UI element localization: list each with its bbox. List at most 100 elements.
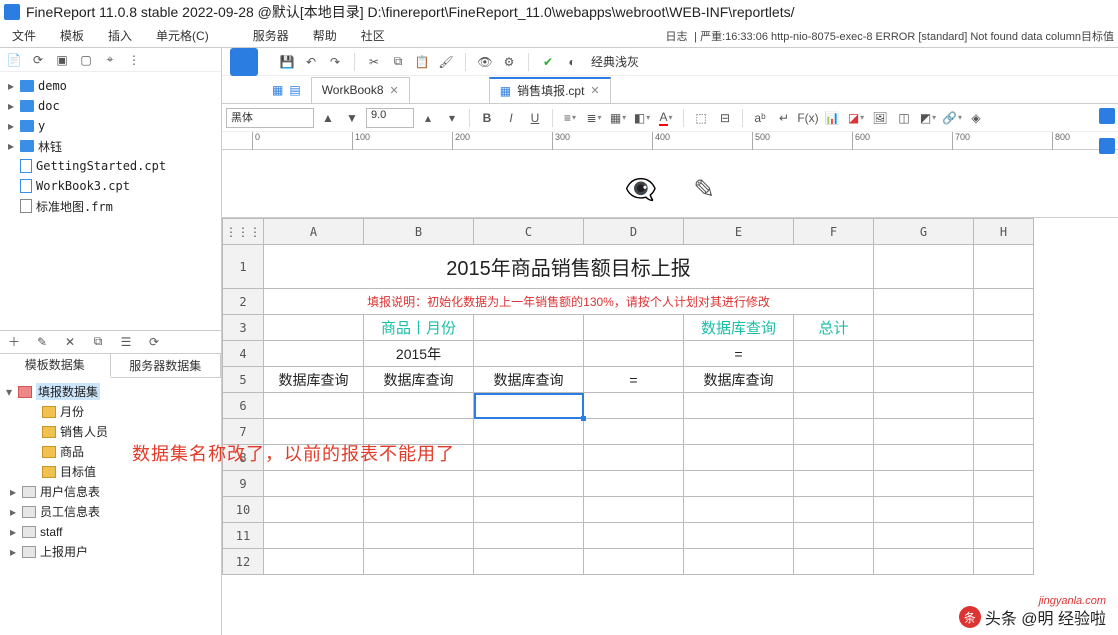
cell-f3[interactable]: 总计 [794, 315, 874, 341]
tab-sales-report[interactable]: ▦ 销售填报.cpt ✕ [489, 77, 611, 103]
col-header-h[interactable]: H [974, 219, 1034, 245]
cell[interactable] [874, 245, 974, 289]
cell[interactable] [264, 471, 364, 497]
menu-help[interactable]: 帮助 [301, 27, 349, 44]
corner-cell[interactable]: ⋮⋮⋮ [223, 219, 264, 245]
cell[interactable] [974, 549, 1034, 575]
cell[interactable] [474, 523, 584, 549]
dataset-child-salesperson[interactable]: 销售人员 [0, 422, 221, 442]
collapse-icon[interactable]: ▢ [78, 53, 94, 67]
cell[interactable] [474, 497, 584, 523]
font-decrease-icon[interactable]: ▼ [342, 108, 362, 128]
cell-c5[interactable]: 数据库查询 [474, 367, 584, 393]
font-color-icon[interactable]: A [656, 108, 676, 128]
cell-b3[interactable]: 商品丨月份 [364, 315, 474, 341]
folder-y[interactable]: ▸y [0, 116, 221, 136]
theme-label[interactable]: 经典浅灰 [591, 53, 639, 70]
side-icon-2[interactable] [1099, 138, 1115, 154]
image-icon[interactable]: 🖼 [870, 108, 890, 128]
cell-title[interactable]: 2015年商品销售额目标上报 [264, 245, 874, 289]
unmerge-icon[interactable]: ⊟ [715, 108, 735, 128]
dataset-empinfo[interactable]: ▸员工信息表 [0, 502, 221, 522]
cell[interactable] [684, 445, 794, 471]
form-icon[interactable]: ▤ [289, 83, 300, 97]
preview-icon[interactable]: 👁 [476, 53, 494, 71]
border-icon[interactable]: ▦ [608, 108, 628, 128]
dataset-staff[interactable]: ▸staff [0, 522, 221, 542]
cell[interactable] [974, 367, 1034, 393]
col-header-f[interactable]: F [794, 219, 874, 245]
refresh-icon[interactable]: ⟳ [30, 53, 46, 67]
row-header-6[interactable]: 6 [223, 393, 264, 419]
condition-icon[interactable]: ◩ [918, 108, 938, 128]
cell[interactable] [584, 471, 684, 497]
menu-insert[interactable]: 插入 [96, 27, 144, 44]
row-header-2[interactable]: 2 [223, 289, 264, 315]
cell[interactable] [974, 341, 1034, 367]
cell[interactable] [794, 523, 874, 549]
cell-c3[interactable] [474, 315, 584, 341]
cell[interactable] [794, 445, 874, 471]
cell[interactable] [474, 445, 584, 471]
check-icon[interactable]: ✔ [539, 53, 557, 71]
col-header-b[interactable]: B [364, 219, 474, 245]
spreadsheet-area[interactable]: ⋮⋮⋮ A B C D E F G H 1 2015年商品销售额目标上报 2 [222, 218, 1118, 635]
cell[interactable] [474, 471, 584, 497]
cut-icon[interactable]: ✂ [365, 53, 383, 71]
fill-color-icon[interactable]: ◧ [632, 108, 652, 128]
cell[interactable] [264, 393, 364, 419]
cell-a5[interactable]: 数据库查询 [264, 367, 364, 393]
expand-icon[interactable]: ▣ [54, 53, 70, 67]
align-left-icon[interactable]: ≡ [560, 108, 580, 128]
cell[interactable] [974, 523, 1034, 549]
cell-c4[interactable] [474, 341, 584, 367]
font-increase-icon[interactable]: ▲ [318, 108, 338, 128]
wrap-icon[interactable]: ↵ [774, 108, 794, 128]
cell-e3[interactable]: 数据库查询 [684, 315, 794, 341]
cell[interactable] [684, 497, 794, 523]
chart-icon[interactable]: 📊 [822, 108, 842, 128]
col-header-e[interactable]: E [684, 219, 794, 245]
merge-icon[interactable]: ⬚ [691, 108, 711, 128]
folder-doc[interactable]: ▸doc [0, 96, 221, 116]
file-gettingstarted[interactable]: GettingStarted.cpt [0, 156, 221, 176]
grid-icon[interactable]: ▦ [272, 83, 283, 97]
menu-cell[interactable]: 单元格(C) [144, 27, 221, 44]
float-icon[interactable]: ◫ [894, 108, 914, 128]
col-header-a[interactable]: A [264, 219, 364, 245]
cell[interactable] [874, 497, 974, 523]
edit-icon[interactable]: ✎ [693, 174, 715, 205]
cell[interactable] [974, 471, 1034, 497]
cell[interactable] [974, 419, 1034, 445]
cell[interactable] [584, 419, 684, 445]
cell[interactable] [874, 419, 974, 445]
cell[interactable] [584, 393, 684, 419]
cell[interactable] [874, 315, 974, 341]
size-down-icon[interactable]: ▾ [442, 108, 462, 128]
cell[interactable] [364, 471, 474, 497]
fx-button[interactable]: F(x) [798, 108, 818, 128]
cell[interactable] [584, 445, 684, 471]
edit-dataset-icon[interactable]: ✎ [34, 335, 50, 349]
row-header-1[interactable]: 1 [223, 245, 264, 289]
cell[interactable] [794, 393, 874, 419]
cell[interactable] [264, 523, 364, 549]
cell-f5[interactable] [794, 367, 874, 393]
close-icon[interactable]: ✕ [390, 84, 399, 97]
underline-button[interactable]: U [525, 108, 545, 128]
col-header-g[interactable]: G [874, 219, 974, 245]
cell-a3[interactable] [264, 315, 364, 341]
cell-f4[interactable] [794, 341, 874, 367]
tab-server-dataset[interactable]: 服务器数据集 [111, 354, 222, 377]
cell-b4[interactable]: 2015年 [364, 341, 474, 367]
cell[interactable] [794, 471, 874, 497]
filter-icon[interactable]: ⋮ [126, 53, 142, 67]
cell[interactable] [364, 523, 474, 549]
cell[interactable] [794, 419, 874, 445]
cell[interactable] [264, 497, 364, 523]
folder-linyu[interactable]: ▸林钰 [0, 136, 221, 156]
insert-icon[interactable]: ◪ [846, 108, 866, 128]
cell[interactable] [584, 497, 684, 523]
cell-d3[interactable] [584, 315, 684, 341]
row-header-11[interactable]: 11 [223, 523, 264, 549]
